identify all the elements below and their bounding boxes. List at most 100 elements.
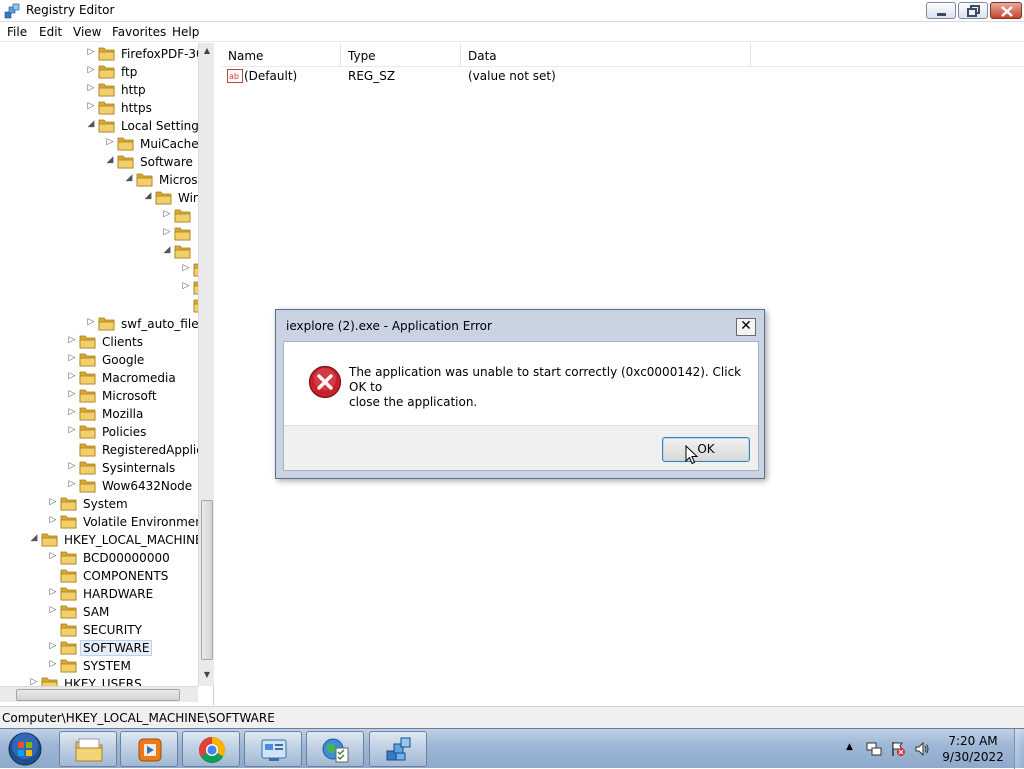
expand-arrow-icon[interactable]: ▷: [48, 641, 58, 653]
tree-item[interactable]: ▷ Policies: [0, 423, 213, 441]
tree-item[interactable]: ◢ Software: [0, 153, 213, 171]
collapse-arrow-icon[interactable]: ◢: [86, 119, 96, 131]
expand-arrow-icon[interactable]: ▷: [48, 605, 58, 617]
expand-arrow-icon[interactable]: ▷: [67, 479, 77, 491]
taskbar-media-player-button[interactable]: [120, 731, 178, 767]
expand-arrow-icon[interactable]: ▷: [86, 101, 96, 113]
tree-item[interactable]: COMPONENTS: [0, 567, 213, 585]
expand-arrow-icon[interactable]: ▷: [67, 425, 77, 437]
expand-arrow-icon[interactable]: ▷: [162, 227, 172, 239]
expand-arrow-icon[interactable]: ▷: [181, 263, 191, 275]
tree-item[interactable]: ◢: [0, 243, 213, 261]
title-bar: Registry Editor: [0, 0, 1024, 22]
scroll-thumb[interactable]: [201, 500, 213, 660]
expand-arrow-icon[interactable]: ▷: [48, 497, 58, 509]
tree-item[interactable]: ▷ Mozilla: [0, 405, 213, 423]
expand-arrow-icon[interactable]: ▷: [67, 389, 77, 401]
scroll-down-arrow-icon[interactable]: ▼: [201, 670, 213, 684]
menu-file[interactable]: File: [7, 25, 27, 39]
expand-arrow-icon[interactable]: ▷: [162, 209, 172, 221]
tree-item[interactable]: ▷: [0, 261, 213, 279]
expand-arrow-icon[interactable]: ▷: [86, 317, 96, 329]
expand-arrow-icon[interactable]: ▷: [67, 335, 77, 347]
tree-vertical-scrollbar[interactable]: ▲ ▼: [198, 43, 214, 686]
hscroll-thumb[interactable]: [16, 689, 180, 701]
tree-horizontal-scrollbar[interactable]: [0, 686, 198, 702]
menu-favorites[interactable]: Favorites: [112, 25, 166, 39]
tree-item[interactable]: ▷ Clients: [0, 333, 213, 351]
expand-arrow-icon[interactable]: ▷: [105, 137, 115, 149]
expand-arrow-icon[interactable]: ▷: [67, 461, 77, 473]
tree-item[interactable]: ▷ Sysinternals: [0, 459, 213, 477]
menu-help[interactable]: Help: [172, 25, 199, 39]
column-data[interactable]: Data: [461, 43, 751, 67]
tree-item[interactable]: [0, 297, 213, 315]
expand-arrow-icon[interactable]: ▷: [181, 281, 191, 293]
show-desktop-button[interactable]: [1014, 729, 1024, 769]
tree-item[interactable]: SECURITY: [0, 621, 213, 639]
dialog-close-button[interactable]: ✕: [736, 318, 756, 336]
tree-item[interactable]: ◢ Win: [0, 189, 213, 207]
column-name[interactable]: Name: [221, 43, 341, 67]
expand-arrow-icon[interactable]: ▷: [48, 551, 58, 563]
tree-item[interactable]: ▷ System: [0, 495, 213, 513]
taskbar-internet-tasks-button[interactable]: [306, 731, 364, 767]
tree-item[interactable]: ▷ Macromedia: [0, 369, 213, 387]
column-type[interactable]: Type: [341, 43, 461, 67]
tree-item[interactable]: ▷: [0, 279, 213, 297]
network-icon[interactable]: [866, 741, 882, 757]
tree-item[interactable]: ▷ SAM: [0, 603, 213, 621]
collapse-arrow-icon[interactable]: ◢: [162, 245, 172, 257]
collapse-arrow-icon[interactable]: ◢: [29, 533, 39, 545]
expand-arrow-icon[interactable]: ▷: [48, 515, 58, 527]
tree-item[interactable]: ▷ MuiCache: [0, 135, 213, 153]
tree-item[interactable]: ▷ BCD00000000: [0, 549, 213, 567]
tree-item[interactable]: ◢ Micros: [0, 171, 213, 189]
close-button[interactable]: [990, 2, 1022, 19]
action-center-flag-icon[interactable]: [890, 741, 906, 757]
show-hidden-icons-icon[interactable]: ▲: [846, 742, 862, 758]
collapse-arrow-icon[interactable]: ◢: [124, 173, 134, 185]
restore-button[interactable]: [958, 2, 988, 19]
tree-item[interactable]: ▷ SYSTEM: [0, 657, 213, 675]
tree-item[interactable]: ◢ Local Settings: [0, 117, 213, 135]
tree-item[interactable]: ◢ HKEY_LOCAL_MACHINE: [0, 531, 213, 549]
tree-item[interactable]: RegisteredApplica: [0, 441, 213, 459]
tree-item[interactable]: ▷ SOFTWARE: [0, 639, 213, 657]
expand-arrow-icon[interactable]: ▷: [67, 407, 77, 419]
tree-item[interactable]: ▷ Volatile Environment: [0, 513, 213, 531]
expand-arrow-icon[interactable]: ▷: [86, 47, 96, 59]
expand-arrow-icon[interactable]: ▷: [86, 83, 96, 95]
registry-tree[interactable]: ▷ FirefoxPDF-308 ▷ ftp ▷ http ▷ https ◢ Local Set…: [0, 43, 214, 705]
ok-button[interactable]: OK: [662, 437, 750, 462]
taskbar-explorer-button[interactable]: [59, 731, 117, 767]
tree-item[interactable]: ▷ swf_auto_file: [0, 315, 213, 333]
collapse-arrow-icon[interactable]: ◢: [105, 155, 115, 167]
expand-arrow-icon[interactable]: ▷: [67, 371, 77, 383]
taskbar-registry-editor-button[interactable]: [369, 731, 427, 767]
minimize-button[interactable]: [926, 2, 956, 19]
collapse-arrow-icon[interactable]: ◢: [143, 191, 153, 203]
menu-edit[interactable]: Edit: [39, 25, 62, 39]
start-button-icon[interactable]: [6, 731, 44, 767]
menu-view[interactable]: View: [73, 25, 101, 39]
expand-arrow-icon[interactable]: ▷: [48, 659, 58, 671]
tree-item[interactable]: ▷ Microsoft: [0, 387, 213, 405]
tree-item[interactable]: ▷: [0, 207, 213, 225]
clock[interactable]: 7:20 AM 9/30/2022: [936, 733, 1010, 765]
scroll-up-arrow-icon[interactable]: ▲: [201, 46, 213, 60]
tree-item[interactable]: ▷ Wow6432Node: [0, 477, 213, 495]
tree-item[interactable]: ▷ https: [0, 99, 213, 117]
tree-item[interactable]: ▷ Google: [0, 351, 213, 369]
tree-item[interactable]: ▷: [0, 225, 213, 243]
expand-arrow-icon[interactable]: ▷: [86, 65, 96, 77]
expand-arrow-icon[interactable]: ▷: [48, 587, 58, 599]
tree-item[interactable]: ▷ http: [0, 81, 213, 99]
tree-item[interactable]: ▷ HARDWARE: [0, 585, 213, 603]
expand-arrow-icon[interactable]: ▷: [67, 353, 77, 365]
tree-item[interactable]: ▷ FirefoxPDF-308: [0, 45, 213, 63]
taskbar-control-panel-button[interactable]: [244, 731, 302, 767]
taskbar-chrome-button[interactable]: [182, 731, 240, 767]
tree-item[interactable]: ▷ ftp: [0, 63, 213, 81]
volume-icon[interactable]: [914, 741, 930, 757]
